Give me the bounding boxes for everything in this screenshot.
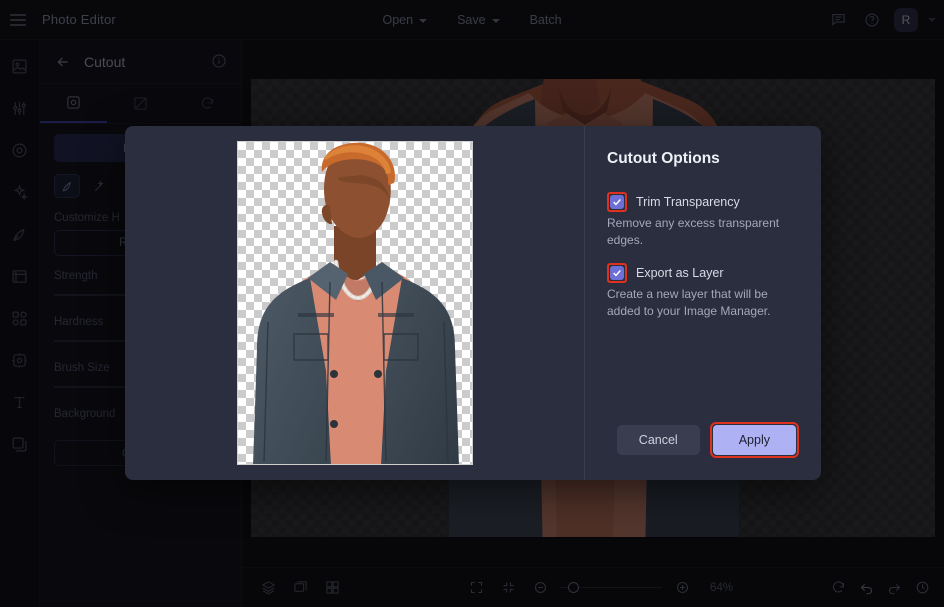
cutout-options-dialog: Cutout Options Trim Transparency Remove … <box>125 126 821 480</box>
preview-subject <box>252 142 459 464</box>
dialog-cancel-button[interactable]: Cancel <box>616 425 700 455</box>
check-icon <box>613 270 621 277</box>
trim-transparency-description: Remove any excess transparent edges. <box>607 216 780 247</box>
dialog-apply-button[interactable]: Apply <box>712 425 796 455</box>
trim-transparency-row: Trim Transparency <box>607 192 799 212</box>
trim-transparency-label: Trim Transparency <box>636 195 740 209</box>
check-icon <box>613 199 621 206</box>
dialog-actions: Cancel Apply <box>616 422 799 458</box>
cutout-preview-image <box>236 141 473 465</box>
export-as-layer-highlight <box>607 263 627 283</box>
photo-editor-window: Photo Editor Open Save Batch <box>0 0 944 607</box>
trim-transparency-highlight <box>607 192 627 212</box>
export-as-layer-row: Export as Layer <box>607 263 799 283</box>
trim-transparency-checkbox[interactable] <box>610 195 624 209</box>
export-as-layer-description: Create a new layer that will be added to… <box>607 287 771 318</box>
cutout-preview-pane <box>125 126 585 480</box>
cutout-options-pane: Cutout Options Trim Transparency Remove … <box>585 126 821 480</box>
export-as-layer-label: Export as Layer <box>636 266 724 280</box>
dialog-title: Cutout Options <box>607 150 720 167</box>
export-as-layer-checkbox[interactable] <box>610 266 624 280</box>
apply-button-highlight: Apply <box>709 422 799 458</box>
